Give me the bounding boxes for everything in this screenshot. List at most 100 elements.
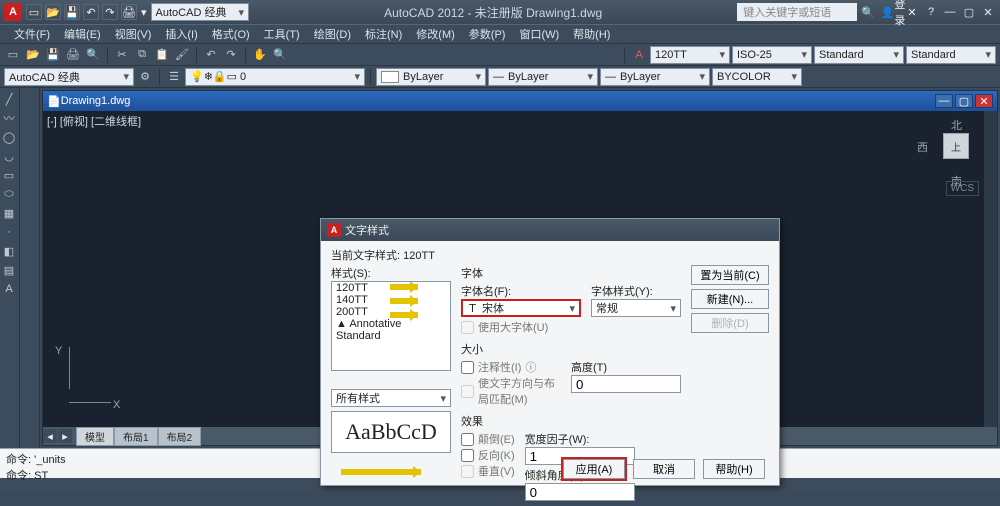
menu-edit[interactable]: 编辑(E): [58, 26, 107, 42]
tb-cut-icon[interactable]: ✂: [113, 46, 131, 64]
pline-icon[interactable]: 〰: [0, 109, 18, 127]
tab-prev-icon[interactable]: ◂: [43, 429, 57, 443]
tb-zoom-icon[interactable]: 🔍: [271, 46, 289, 64]
tb-copy-icon[interactable]: ⧉: [133, 46, 151, 64]
menu-modify[interactable]: 修改(M): [410, 26, 461, 42]
ellipse-icon[interactable]: ⬭: [0, 185, 18, 203]
oblique-input[interactable]: [525, 483, 635, 501]
mtext-icon[interactable]: A: [0, 280, 18, 298]
chevron-down-icon: ▾: [238, 6, 244, 19]
tb-undo-icon[interactable]: ↶: [202, 46, 220, 64]
plotstyle-combo[interactable]: BYCOLOR▾: [712, 68, 802, 86]
menu-draw[interactable]: 绘图(D): [308, 26, 357, 42]
tab-next-icon[interactable]: ▸: [58, 429, 72, 443]
app-logo-icon[interactable]: A: [4, 3, 22, 21]
exchange-icon[interactable]: ✕: [904, 4, 920, 20]
height-input[interactable]: [571, 375, 681, 393]
qat-open-icon[interactable]: 📂: [45, 4, 61, 20]
font-name-combo[interactable]: Ｔ 宋体▾: [461, 299, 581, 317]
font-name-label: 字体名(F):: [461, 283, 581, 299]
textstyle-combo[interactable]: 120TT▾: [650, 46, 730, 64]
tb-paste-icon[interactable]: 📋: [153, 46, 171, 64]
mleaderstyle-combo[interactable]: Standard▾: [906, 46, 996, 64]
hatch-icon[interactable]: ▦: [0, 204, 18, 222]
view-cube[interactable]: 北 南 西 东 上: [929, 119, 985, 175]
set-current-button[interactable]: 置为当前(C): [691, 265, 769, 285]
qat-undo-icon[interactable]: ↶: [83, 4, 99, 20]
tablestyle-combo[interactable]: Standard▾: [814, 46, 904, 64]
workspace-selector-label: AutoCAD 经典: [156, 4, 227, 20]
tb-save-icon[interactable]: 💾: [44, 46, 62, 64]
close-icon[interactable]: ✕: [980, 4, 996, 20]
rect-icon[interactable]: ▭: [0, 166, 18, 184]
match-orient-checkbox: [461, 385, 474, 398]
draw-toolbar: ╱ 〰 ◯ ◡ ▭ ⬭ ▦ · ◧ ▤ A: [0, 88, 20, 448]
tb-preview-icon[interactable]: 🔍: [84, 46, 102, 64]
tb-pan-icon[interactable]: ✋: [251, 46, 269, 64]
styles-list[interactable]: 120TT 140TT 200TT ▲ Annotative Standard: [331, 281, 451, 371]
annotative-checkbox[interactable]: [461, 361, 474, 374]
point-icon[interactable]: ·: [0, 223, 18, 241]
scrollbar-vertical[interactable]: [983, 111, 997, 427]
tab-layout1[interactable]: 布局1: [114, 427, 158, 446]
qat-print-icon[interactable]: 🖨: [121, 4, 137, 20]
maximize-icon[interactable]: ▢: [961, 4, 977, 20]
menu-param[interactable]: 参数(P): [463, 26, 512, 42]
upside-down-checkbox[interactable]: [461, 433, 474, 446]
dialog-titlebar[interactable]: A 文字样式: [321, 219, 779, 241]
help-button[interactable]: 帮助(H): [703, 459, 765, 479]
doc-maximize-icon[interactable]: ▢: [955, 94, 973, 108]
search-input[interactable]: 键入关键字或短语: [737, 3, 857, 21]
new-style-button[interactable]: 新建(N)...: [691, 289, 769, 309]
ws-gear-icon[interactable]: ⚙: [136, 68, 154, 86]
cancel-button[interactable]: 取消: [633, 459, 695, 479]
tb-print-icon[interactable]: 🖨: [64, 46, 82, 64]
layer-mgr-icon[interactable]: ☰: [165, 68, 183, 86]
login-button[interactable]: 👤登录: [885, 4, 901, 20]
workspace-selector[interactable]: AutoCAD 经典 ▾: [151, 3, 249, 21]
doc-minimize-icon[interactable]: —: [935, 94, 953, 108]
menu-window[interactable]: 窗口(W): [513, 26, 565, 42]
list-item[interactable]: ▲ Annotative: [332, 318, 450, 330]
search-icon[interactable]: 🔍: [861, 6, 875, 19]
menu-file[interactable]: 文件(F): [8, 26, 56, 42]
size-group-label: 大小: [461, 341, 681, 357]
tb-redo-icon[interactable]: ↷: [222, 46, 240, 64]
current-style-value: 120TT: [403, 250, 435, 262]
table-icon[interactable]: ▤: [0, 261, 18, 279]
tab-model[interactable]: 模型: [76, 427, 114, 446]
list-item[interactable]: Standard: [332, 330, 450, 342]
qat-new-icon[interactable]: ▭: [26, 4, 42, 20]
color-combo[interactable]: ByLayer▾: [376, 68, 486, 86]
qat-save-icon[interactable]: 💾: [64, 4, 80, 20]
tb-new-icon[interactable]: ▭: [4, 46, 22, 64]
style-filter-combo[interactable]: 所有样式▾: [331, 389, 451, 407]
dimstyle-combo[interactable]: ISO-25▾: [732, 46, 812, 64]
menu-insert[interactable]: 插入(I): [159, 26, 203, 42]
help-icon[interactable]: ?: [923, 4, 939, 20]
tb-match-icon[interactable]: 🖌: [173, 46, 191, 64]
menu-view[interactable]: 视图(V): [109, 26, 158, 42]
workspace-combo[interactable]: AutoCAD 经典▾: [4, 68, 134, 86]
qat-redo-icon[interactable]: ↷: [102, 4, 118, 20]
menu-dim[interactable]: 标注(N): [359, 26, 408, 42]
linetype-combo[interactable]: —ByLayer▾: [488, 68, 598, 86]
tab-layout2[interactable]: 布局2: [158, 427, 202, 446]
menu-format[interactable]: 格式(O): [206, 26, 256, 42]
lineweight-combo[interactable]: —ByLayer▾: [600, 68, 710, 86]
menu-help[interactable]: 帮助(H): [567, 26, 616, 42]
textstyle-icon[interactable]: A: [630, 46, 648, 64]
doc-close-icon[interactable]: ✕: [975, 94, 993, 108]
arc-icon[interactable]: ◡: [0, 147, 18, 165]
region-icon[interactable]: ◧: [0, 242, 18, 260]
minimize-icon[interactable]: —: [942, 4, 958, 20]
tb-open-icon[interactable]: 📂: [24, 46, 42, 64]
circle-icon[interactable]: ◯: [0, 128, 18, 146]
apply-button[interactable]: 应用(A): [563, 459, 625, 479]
layer-combo[interactable]: 💡❄🔒▭ 0▾: [185, 68, 365, 86]
line-icon[interactable]: ╱: [0, 90, 18, 108]
qat-more-icon[interactable]: ▾: [141, 6, 147, 19]
menu-tools[interactable]: 工具(T): [258, 26, 306, 42]
font-style-combo[interactable]: 常规▾: [591, 299, 681, 317]
viewport-label[interactable]: [-] [俯视] [二维线框]: [47, 113, 141, 129]
